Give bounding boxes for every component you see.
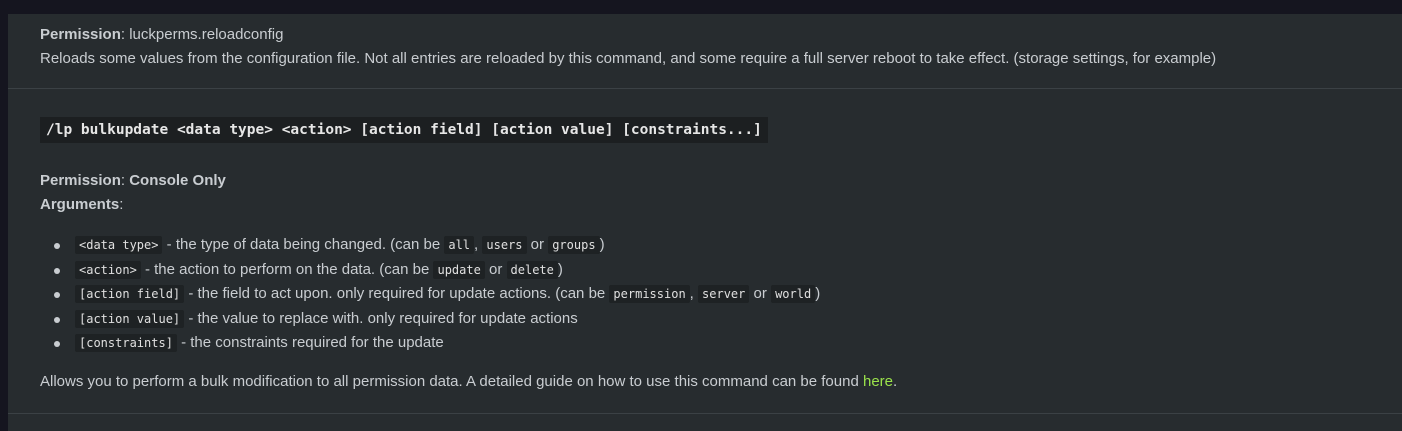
argument-item: [action value] - the value to replace wi…	[53, 307, 820, 332]
bulkupdate-section: /lp bulkupdate <data type> <action> [act…	[8, 89, 1402, 414]
argument-item: <data type> - the type of data being cha…	[53, 233, 820, 258]
arguments-separator: :	[119, 196, 124, 213]
command-description: Reloads some values from the configurati…	[40, 50, 1217, 67]
argument-code: [action value]	[75, 309, 185, 328]
reloadconfig-section: Permission: luckperms.reloadconfig Reloa…	[8, 14, 1402, 89]
arguments-label: Arguments	[40, 196, 120, 213]
argument-text: )	[557, 260, 563, 278]
inline-code: server	[698, 285, 750, 303]
inline-code: all	[444, 236, 475, 254]
permission-line: Permission: Console Only	[40, 171, 226, 191]
permission-value: : luckperms.reloadconfig	[120, 26, 284, 43]
argument-text: or	[526, 236, 549, 253]
permission-label: Permission	[40, 172, 121, 189]
inline-code: users	[482, 236, 527, 254]
description-end: .	[893, 373, 898, 390]
inline-code: groups	[548, 236, 600, 254]
argument-text: - the value to replace with. only requir…	[184, 309, 578, 327]
permission-value: Console Only	[129, 172, 226, 189]
argument-text: or	[484, 260, 507, 278]
argument-code: <data type>	[75, 236, 163, 254]
inline-code: world	[771, 285, 816, 303]
argument-code: [constraints]	[75, 334, 177, 352]
argument-code: <action>	[75, 260, 141, 279]
argument-item: <action> - the action to perform on the …	[53, 258, 820, 283]
argument-text: - the constraints required for the updat…	[176, 334, 444, 351]
inline-code: permission	[609, 285, 690, 303]
argument-text: or	[749, 285, 772, 302]
argument-text: )	[815, 285, 821, 302]
argument-text: - the type of data being changed. (can b…	[162, 236, 445, 253]
permission-line: Permission: luckperms.reloadconfig	[40, 25, 283, 45]
argument-item: [constraints] - the constraints required…	[53, 331, 820, 356]
guide-link[interactable]: here	[863, 373, 893, 390]
permission-separator: :	[120, 172, 130, 189]
argument-item: [action field] - the field to act upon. …	[53, 282, 821, 307]
permission-label: Permission	[40, 26, 121, 43]
arguments-list: <data type> - the type of data being cha…	[40, 233, 820, 356]
description-text: Allows you to perform a bulk modificatio…	[40, 373, 863, 390]
argument-text: )	[599, 236, 605, 253]
argument-text: ,	[689, 285, 699, 302]
documentation-page: Permission: luckperms.reloadconfig Reloa…	[8, 14, 1402, 431]
argument-text: - the field to act upon. only required f…	[184, 285, 610, 302]
bulkupdate-description: Allows you to perform a bulk modificatio…	[40, 372, 897, 392]
inline-code: delete	[506, 260, 558, 279]
arguments-heading: Arguments:	[40, 195, 123, 215]
inline-code: update	[433, 260, 485, 279]
argument-text: - the action to perform on the data. (ca…	[140, 260, 434, 278]
argument-code: [action field]	[75, 285, 185, 303]
command-syntax: /lp bulkupdate <data type> <action> [act…	[40, 117, 768, 143]
